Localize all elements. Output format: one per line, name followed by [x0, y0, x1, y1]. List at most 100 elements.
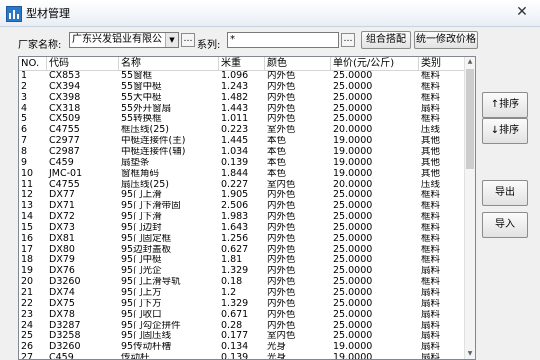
col-price-cell: 25.0000	[333, 201, 373, 212]
col-no-cell: 21	[21, 288, 34, 298]
col-price-cell: 25.0000	[333, 277, 373, 288]
col-color-cell: 内外色	[267, 298, 296, 309]
col-category-cell: 框料	[421, 201, 441, 212]
col-code-header[interactable]: 代码	[47, 57, 119, 70]
table-row[interactable]: 22 DX75 95门下方 1.329 内外色 25.0000 扇料	[19, 299, 467, 310]
col-code-cell: JMC-01	[49, 168, 83, 179]
series-browse-button[interactable]: …	[341, 33, 355, 47]
table-row[interactable]: 9 C459 扇垫条 0.139 本色 19.0000 其他	[19, 158, 467, 169]
table-scrollbar[interactable]: ▲ ▼	[464, 57, 475, 359]
col-price-cell: 25.0000	[333, 114, 373, 125]
col-category-header[interactable]: 类别	[419, 57, 467, 70]
table-row[interactable]: 10 JMC-01 窗框角码 1.844 本色 19.0000 其他	[19, 169, 467, 180]
table-row[interactable]: 23 DX78 95门收口 0.671 内外色 25.0000 扇料	[19, 310, 467, 321]
col-name-header[interactable]: 名称	[119, 57, 219, 70]
col-name-cell: 95门固定框	[121, 233, 172, 244]
col-name-cell: 95门上滑	[121, 190, 162, 201]
table-row[interactable]: 1 CX853 55窗框 1.096 内外色 25.0000 框料	[19, 71, 467, 82]
col-no-cell: 10	[21, 168, 34, 179]
col-name-cell: 95门边封	[121, 222, 162, 233]
col-weight-cell: 1.482	[221, 92, 249, 103]
col-color-header[interactable]: 颜色	[265, 57, 331, 70]
col-no-cell: 25	[21, 331, 34, 342]
table-row[interactable]: 24 D3287 95门勾企拼件 0.28 内外色 25.0000 扇料	[19, 321, 467, 332]
table-row[interactable]: 3 CX398 55大中梃 1.482 内外色 25.0000 框料	[19, 93, 467, 104]
col-no-cell: 24	[21, 320, 34, 331]
table-row[interactable]: 14 DX72 95门下滑 1.983 内外色 25.0000 框料	[19, 212, 467, 223]
col-code-cell: DX72	[49, 212, 75, 223]
col-no-cell: 27	[21, 353, 34, 360]
col-no-header[interactable]: NO.	[19, 57, 47, 70]
table-row[interactable]: 15 DX73 95门边封 1.643 内外色 25.0000 框料	[19, 223, 467, 234]
table-row[interactable]: 27 C459 传动杆 0.139 光身 19.0000 扇料	[19, 353, 467, 360]
table-row[interactable]: 18 DX79 95门中梃 1.81 内外色 25.0000 框料	[19, 255, 467, 266]
col-name-cell: 95门光企	[121, 266, 162, 277]
col-color-cell: 内外色	[267, 201, 296, 212]
col-code-cell: DX74	[49, 288, 75, 298]
col-name-cell: 传动杆	[121, 353, 150, 360]
col-code-cell: D3258	[49, 331, 81, 342]
col-category-cell: 框料	[421, 81, 441, 92]
col-category-cell: 扇料	[421, 266, 441, 277]
combine-button[interactable]: 组合搭配	[361, 31, 411, 49]
import-button[interactable]: 导入	[482, 212, 528, 238]
col-name-cell: 95门下滑带固	[121, 201, 181, 212]
table-row[interactable]: 25 D3258 95门固压线 0.177 室内色 25.0000 扇料	[19, 331, 467, 342]
table-row[interactable]: 4 CX318 55外开窗扇 1.443 内外色 25.0000 扇料	[19, 104, 467, 115]
scroll-up-icon[interactable]: ▲	[465, 57, 475, 67]
col-price-header[interactable]: 单价(元/公斤)	[331, 57, 419, 70]
table-row[interactable]: 11 C4755 扇压线(25) 0.227 室内色 20.0000 压线	[19, 180, 467, 191]
col-weight-cell: 0.223	[221, 125, 249, 136]
col-color-cell: 内外色	[267, 114, 296, 125]
col-category-cell: 框料	[421, 212, 441, 223]
col-color-cell: 光身	[267, 342, 287, 353]
table-row[interactable]: 12 DX77 95门上滑 1.905 内外色 25.0000 框料	[19, 190, 467, 201]
sort-up-button[interactable]: ↑排序	[482, 92, 528, 118]
table-row[interactable]: 26 D3260 95传动杆槽 0.134 光身 19.0000 扇料	[19, 342, 467, 353]
table-row[interactable]: 8 C2987 中梃连接件(辅) 1.034 本色 19.0000 其他	[19, 147, 467, 158]
col-name-cell: 窗框角码	[121, 168, 160, 179]
col-price-cell: 25.0000	[333, 103, 373, 114]
sort-down-button[interactable]: ↓排序	[482, 118, 528, 144]
close-button[interactable]: ✕	[512, 3, 532, 21]
col-category-cell: 扇料	[421, 288, 441, 298]
col-no-cell: 5	[21, 114, 28, 125]
col-code-cell: C4755	[49, 125, 80, 136]
col-name-cell: 95门勾企拼件	[121, 320, 181, 331]
table-row[interactable]: 2 CX394 55窗中梃 1.243 内外色 25.0000 框料	[19, 82, 467, 93]
col-category-cell: 框料	[421, 255, 441, 266]
col-category-cell: 框料	[421, 92, 441, 103]
col-price-cell: 25.0000	[333, 190, 373, 201]
scroll-down-icon[interactable]: ▼	[465, 349, 475, 359]
table-row[interactable]: 21 DX74 95门上方 1.2 内外色 25.0000 扇料	[19, 288, 467, 299]
col-code-cell: DX71	[49, 201, 75, 212]
unify-price-button[interactable]: 统一修改价格	[414, 31, 478, 49]
table-row[interactable]: 5 CX509 55转换框 1.011 内外色 25.0000 框料	[19, 114, 467, 125]
series-field[interactable]: *	[227, 32, 339, 48]
table-row[interactable]: 6 C4755 框压线(25) 0.223 室外色 20.0000 压线	[19, 125, 467, 136]
col-name-cell: 95门下滑	[121, 212, 162, 223]
col-color-cell: 内外色	[267, 277, 296, 288]
col-color-cell: 本色	[267, 136, 287, 147]
col-weight-header[interactable]: 米重	[219, 57, 265, 70]
scroll-thumb[interactable]	[466, 69, 474, 169]
table-row[interactable]: 16 DX81 95门固定框 1.256 内外色 25.0000 框料	[19, 234, 467, 245]
vendor-value: 广东兴发铝业有限公	[72, 34, 162, 45]
export-button[interactable]: 导出	[482, 180, 528, 206]
vendor-browse-button[interactable]: …	[181, 33, 195, 47]
table-row[interactable]: 19 DX76 95门光企 1.329 内外色 25.0000 扇料	[19, 266, 467, 277]
col-weight-cell: 1.81	[221, 255, 243, 266]
table-row[interactable]: 20 D3260 95门上滑导轨 0.18 内外色 25.0000 框料	[19, 277, 467, 288]
series-label: 系列:	[197, 40, 221, 51]
table-row[interactable]: 13 DX71 95门下滑带固 2.506 内外色 25.0000 框料	[19, 201, 467, 212]
col-name-cell: 扇压线(25)	[121, 179, 170, 190]
vendor-select[interactable]: 广东兴发铝业有限公 ▼	[69, 32, 179, 48]
chevron-down-icon[interactable]: ▼	[165, 33, 178, 47]
profile-table[interactable]: NO. 代码 名称 米重 颜色 单价(元/公斤) 类别 1 CX853 55窗框 1.096 内外色…	[18, 56, 476, 360]
col-weight-cell: 1.034	[221, 146, 249, 157]
table-row[interactable]: 7 C2977 中梃连接件(主) 1.445 本色 19.0000 其他	[19, 136, 467, 147]
col-name-cell: 95门收口	[121, 309, 162, 320]
table-row[interactable]: 17 DX80 95边封盖板 0.627 内外色 25.0000 框料	[19, 245, 467, 256]
col-color-cell: 内外色	[267, 244, 296, 255]
col-price-cell: 25.0000	[333, 71, 373, 81]
